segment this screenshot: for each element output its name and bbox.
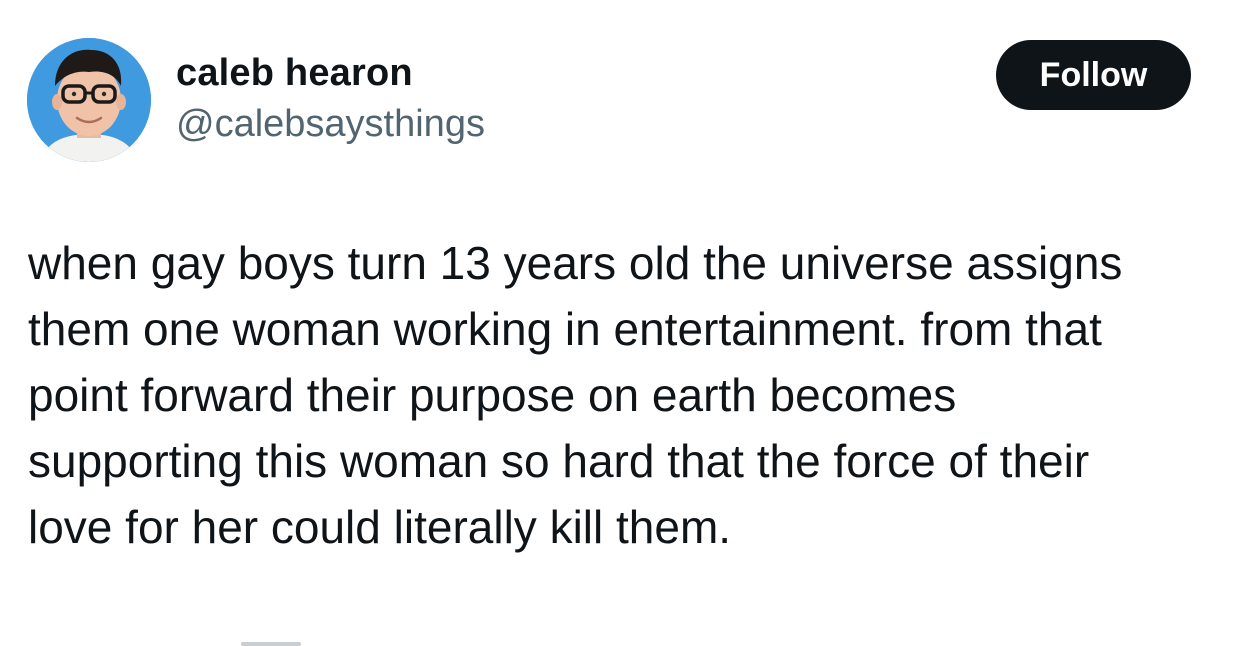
follow-button[interactable]: Follow — [996, 40, 1191, 110]
avatar-image — [27, 38, 151, 162]
tweet-text-line: when gay boys turn 13 years old the univ… — [28, 237, 1123, 289]
tweet-card: caleb hearon @calebsaysthings Follow whe… — [0, 0, 1242, 646]
author-display-name[interactable]: caleb hearon — [176, 50, 413, 96]
tweet-text-line: them one woman working in entertainment.… — [28, 303, 1102, 355]
tweet-text: when gay boys turn 13 years old the univ… — [28, 230, 1228, 560]
cropped-footer — [28, 632, 328, 646]
author-handle[interactable]: @calebsaysthings — [176, 101, 485, 147]
tweet-text-line: love for her could literally kill them. — [28, 501, 732, 553]
tweet-text-line: point forward their purpose on earth bec… — [28, 369, 957, 421]
avatar[interactable] — [27, 38, 151, 162]
cropped-footer-stub — [241, 642, 301, 646]
tweet-text-line: supporting this woman so hard that the f… — [28, 435, 1090, 487]
